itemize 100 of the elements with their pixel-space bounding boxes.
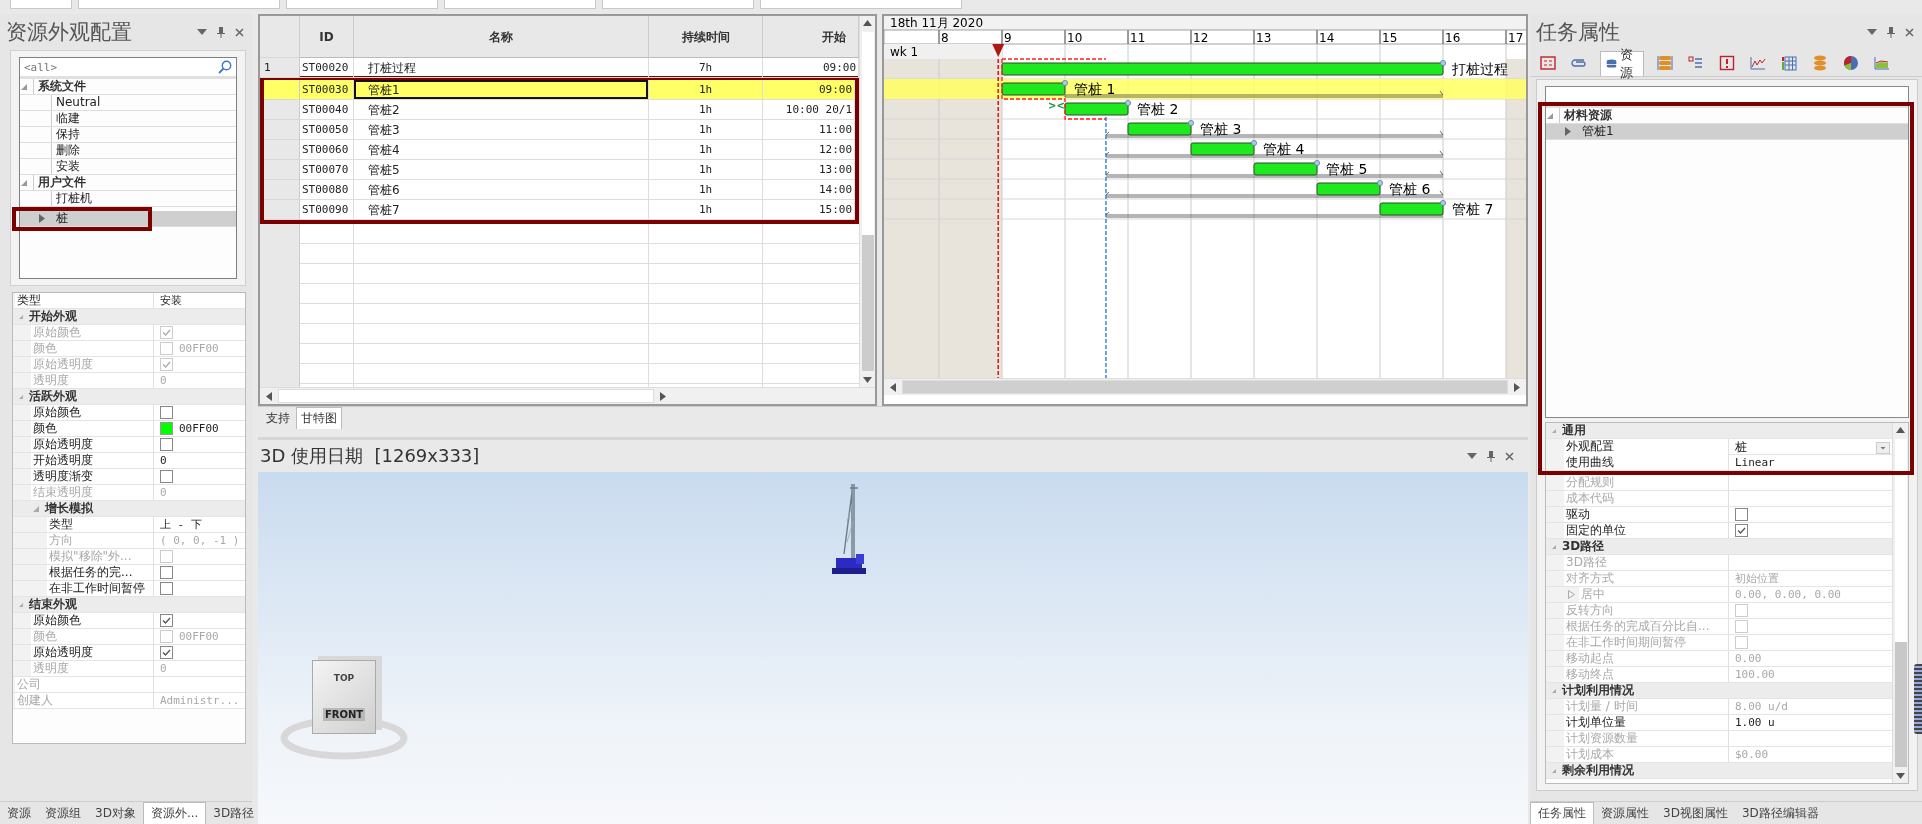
checkbox[interactable] <box>160 406 173 419</box>
panel-tab[interactable]: 任务属性 <box>1530 802 1594 824</box>
panel-tab[interactable]: 3D对象 <box>88 803 143 824</box>
scrollbar-thumb[interactable] <box>902 380 1508 394</box>
collapse-triangle-icon[interactable] <box>19 313 23 320</box>
horizontal-scrollbar[interactable] <box>260 387 875 404</box>
collapse-triangle-icon[interactable] <box>21 179 27 186</box>
tree-item[interactable]: 删除 <box>20 143 236 159</box>
task-bar[interactable] <box>1064 102 1129 116</box>
dropdown-button-icon[interactable] <box>1876 441 1890 454</box>
tree-item[interactable]: 打桩机 <box>20 191 236 207</box>
toolbar-field[interactable] <box>760 0 962 9</box>
link-handle-icon[interactable] <box>1440 200 1446 206</box>
dropdown-arrow-icon[interactable] <box>1467 453 1477 459</box>
task-bar[interactable] <box>1253 162 1318 176</box>
toolbar-field[interactable] <box>10 0 72 9</box>
scroll-down-icon[interactable] <box>863 377 872 383</box>
task-bar[interactable] <box>1127 122 1192 136</box>
link-handle-icon[interactable] <box>1440 60 1446 66</box>
tree-item[interactable]: Neutral <box>20 95 236 111</box>
toolbar-field[interactable] <box>78 0 280 9</box>
scroll-left-icon[interactable] <box>890 382 896 392</box>
collapse-triangle-icon[interactable] <box>1547 112 1553 119</box>
scroll-right-icon[interactable] <box>659 391 666 401</box>
vertical-scrollbar[interactable] <box>859 16 875 387</box>
collapse-triangle-icon[interactable] <box>21 83 27 90</box>
scroll-up-icon[interactable] <box>1896 427 1905 433</box>
close-icon[interactable] <box>1505 451 1514 461</box>
table-row[interactable]: ST00040 管桩2 1h 10:00 20/1 <box>264 100 855 120</box>
task-bar[interactable] <box>1316 182 1381 196</box>
link-handle-icon[interactable] <box>1314 160 1320 166</box>
checkbox[interactable] <box>160 438 173 451</box>
category-header[interactable]: 增长模拟 <box>13 501 245 517</box>
table-row[interactable]: ST00030 管桩1 1h 09:00 <box>264 80 855 100</box>
cube-face-label[interactable]: FRONT <box>322 707 366 721</box>
pin-icon[interactable] <box>217 26 225 38</box>
table-row[interactable]: ST00080 管桩6 1h 14:00 <box>264 180 855 200</box>
link-handle-icon[interactable] <box>1125 100 1131 106</box>
collapse-triangle-icon[interactable] <box>1552 427 1556 434</box>
column-header[interactable]: 名称 <box>354 16 649 58</box>
link-handle-icon[interactable] <box>1377 180 1383 186</box>
vertical-scrollbar[interactable] <box>1892 423 1908 783</box>
toolbar-field[interactable] <box>444 0 596 9</box>
task-bar[interactable] <box>1001 62 1444 76</box>
table-row[interactable]: 1 ST00020 打桩过程 7h 09:00 <box>260 58 859 78</box>
close-icon[interactable] <box>235 27 244 37</box>
toolbar-field[interactable] <box>286 0 438 9</box>
checkbox[interactable] <box>160 614 173 627</box>
tree-item[interactable]: 临建 <box>20 111 236 127</box>
scrollbar-thumb[interactable] <box>861 32 874 371</box>
link-handle-icon[interactable] <box>1188 120 1194 126</box>
search-field[interactable]: <all> <box>24 60 144 74</box>
close-icon[interactable] <box>1905 27 1914 37</box>
collapse-triangle-icon[interactable] <box>19 393 23 400</box>
pin-icon[interactable] <box>1887 26 1895 38</box>
table-row[interactable]: ST00060 管桩4 1h 12:00 <box>264 140 855 160</box>
tree-item[interactable]: 管桩1 <box>1546 124 1908 140</box>
collapse-triangle-icon[interactable] <box>1552 767 1556 774</box>
toolbar-field[interactable] <box>602 0 754 9</box>
collapse-triangle-icon[interactable] <box>33 505 39 512</box>
view-tab[interactable]: 支持 <box>262 408 294 429</box>
task-bar[interactable] <box>1379 202 1444 216</box>
tree-item[interactable]: 桩 <box>20 211 236 227</box>
checkbox[interactable] <box>1735 524 1748 537</box>
task-bar[interactable] <box>1190 142 1255 156</box>
panel-tab[interactable]: 3D路径编辑器 <box>1734 803 1826 824</box>
scrollbar-thumb[interactable] <box>278 389 654 403</box>
panel-tab[interactable]: 资源组 <box>38 803 88 824</box>
expand-triangle-icon[interactable] <box>1565 127 1571 136</box>
checkbox[interactable] <box>1735 508 1748 521</box>
scroll-left-icon[interactable] <box>266 391 272 401</box>
category-header[interactable]: 计划利用情况 <box>1546 683 1892 699</box>
category-header[interactable]: 3D路径 <box>1546 539 1892 555</box>
category-header[interactable]: 剩余利用情况 <box>1546 763 1892 779</box>
tree-item[interactable]: 用户文件 <box>20 175 236 191</box>
scroll-right-icon[interactable] <box>1514 382 1520 392</box>
link-handle-icon[interactable] <box>1251 140 1257 146</box>
dropdown-arrow-icon[interactable] <box>197 29 207 35</box>
checkbox[interactable] <box>160 582 173 595</box>
color-swatch[interactable] <box>160 422 173 435</box>
table-row[interactable]: ST00050 管桩3 1h 11:00 <box>264 120 855 140</box>
expand-triangle-icon[interactable] <box>39 214 45 223</box>
category-header[interactable]: 开始外观 <box>13 309 245 325</box>
checkbox[interactable] <box>160 470 173 483</box>
panel-tab[interactable]: 资源属性 <box>1594 803 1656 824</box>
category-header[interactable]: 活跃外观 <box>13 389 245 405</box>
table-row[interactable]: ST00090 管桩7 1h 15:00 <box>264 200 855 220</box>
tree-item[interactable]: 保持 <box>20 127 236 143</box>
view-tab[interactable]: 甘特图 <box>296 407 342 429</box>
scrollbar-thumb[interactable] <box>1894 439 1907 767</box>
column-header[interactable]: 持续时间 <box>649 16 763 58</box>
tree-item[interactable]: 系统文件 <box>20 79 236 95</box>
pin-icon[interactable] <box>1487 450 1495 462</box>
horizontal-scrollbar[interactable] <box>884 378 1526 395</box>
dropdown-arrow-icon[interactable] <box>1867 29 1877 35</box>
category-header[interactable]: 结束外观 <box>13 597 245 613</box>
scroll-up-icon[interactable] <box>863 20 872 26</box>
3d-viewport[interactable]: TOP FRONT <box>258 472 1528 824</box>
search-icon[interactable] <box>218 60 232 74</box>
table-row[interactable]: ST00070 管桩5 1h 13:00 <box>264 160 855 180</box>
